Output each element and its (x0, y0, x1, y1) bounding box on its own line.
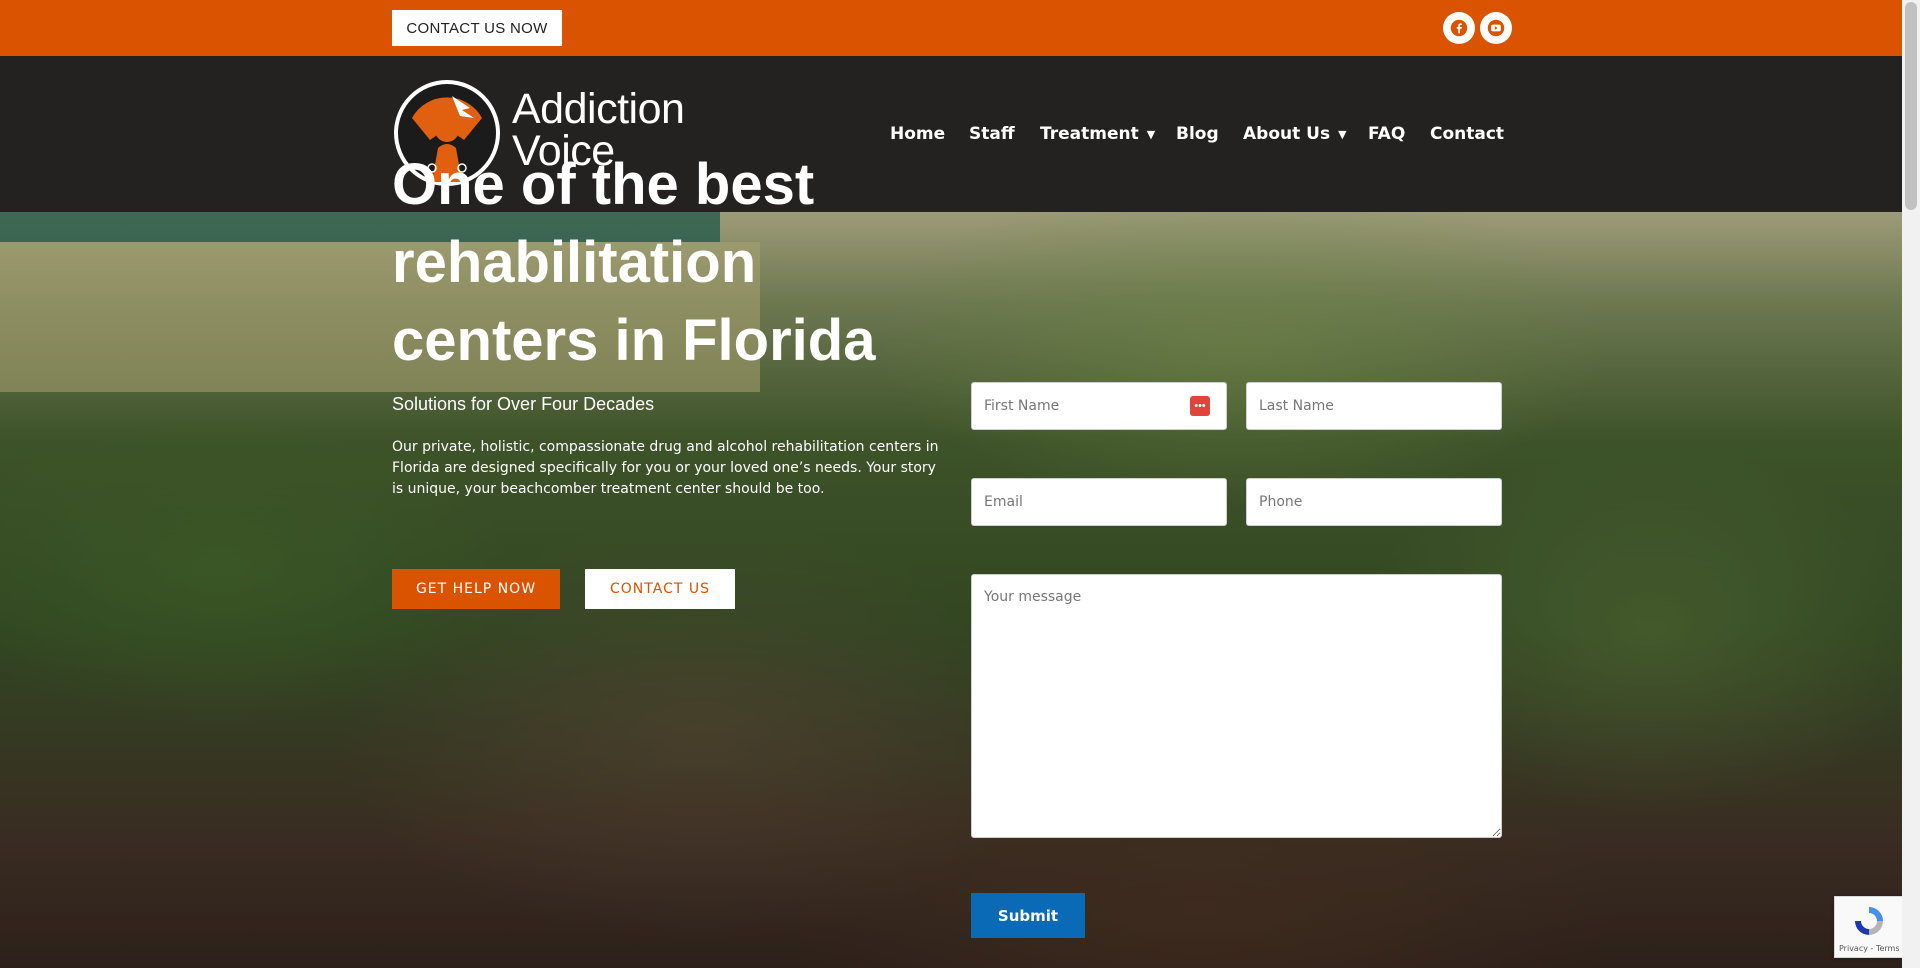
top-bar: CONTACT US NOW (0, 0, 1902, 56)
nav-home[interactable]: Home (890, 122, 945, 146)
recaptcha-icon (1855, 907, 1883, 935)
nav-treatment[interactable]: Treatment ▼ (1040, 122, 1155, 146)
recaptcha-badge[interactable]: Privacy - Terms (1834, 896, 1904, 958)
nav-label: Blog (1176, 124, 1219, 144)
nav-about-us[interactable]: About Us ▼ (1243, 122, 1347, 146)
password-manager-icon[interactable]: ••• (1190, 396, 1210, 416)
phone-field[interactable] (1246, 478, 1502, 526)
contact-us-button[interactable]: CONTACT US (585, 569, 735, 609)
nav-label: Home (890, 124, 946, 144)
first-name-field[interactable] (971, 382, 1227, 430)
hero-description: Our private, holistic, compassionate dru… (392, 439, 939, 497)
email-field[interactable] (971, 478, 1227, 526)
chevron-down-icon: ▼ (1146, 127, 1156, 141)
nav-label: Staff (969, 124, 1015, 144)
hero-subtitle: Solutions for Over Four Decades (392, 394, 655, 414)
brand-line-1: Addiction (512, 85, 685, 133)
nav-label: About Us (1243, 124, 1331, 144)
nav-label: Treatment (1040, 124, 1139, 144)
get-help-now-button[interactable]: GET HELP NOW (392, 569, 560, 609)
scrollbar-thumb[interactable] (1905, 2, 1917, 210)
nav-label: FAQ (1368, 124, 1406, 144)
facebook-icon (1450, 19, 1468, 37)
hero-title: One of the best rehabilitation centers i… (392, 152, 876, 373)
nav-label: Contact (1430, 124, 1505, 144)
nav-contact[interactable]: Contact (1430, 122, 1504, 146)
youtube-link[interactable] (1480, 12, 1512, 44)
facebook-link[interactable] (1443, 12, 1475, 44)
nav-staff[interactable]: Staff (969, 122, 1015, 146)
message-field[interactable] (971, 574, 1502, 838)
contact-us-now-button[interactable]: CONTACT US NOW (392, 10, 562, 46)
youtube-icon (1487, 19, 1505, 37)
recaptcha-links[interactable]: Privacy - Terms (1839, 944, 1900, 953)
chevron-down-icon: ▼ (1338, 127, 1347, 141)
submit-button[interactable]: Submit (971, 893, 1085, 938)
nav-blog[interactable]: Blog (1176, 122, 1219, 146)
last-name-field[interactable] (1246, 382, 1502, 430)
nav-faq[interactable]: FAQ (1368, 122, 1405, 146)
